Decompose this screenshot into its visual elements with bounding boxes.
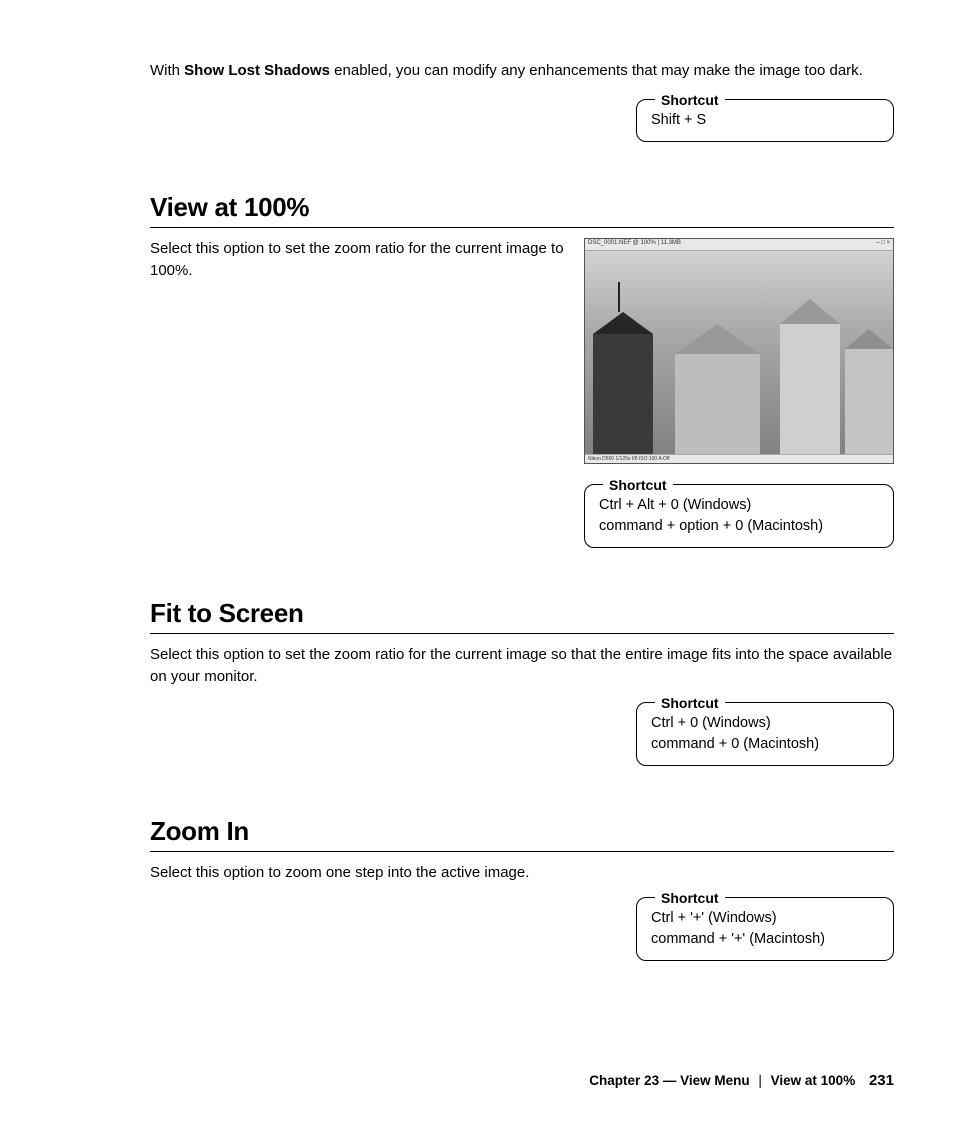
shortcut-legend: Shortcut bbox=[603, 475, 673, 495]
image-window-controls: – □ × bbox=[876, 240, 890, 249]
intro-suffix: enabled, you can modify any enhancements… bbox=[330, 62, 863, 79]
section-view-100: Select this option to set the zoom ratio… bbox=[150, 238, 894, 548]
shortcut-legend: Shortcut bbox=[655, 888, 725, 908]
intro-paragraph: With Show Lost Shadows enabled, you can … bbox=[150, 60, 894, 81]
shortcut-box-fit-to-screen: Shortcut Ctrl + 0 (Windows) command + 0 … bbox=[636, 702, 894, 766]
shortcut-box-view-100: Shortcut Ctrl + Alt + 0 (Windows) comman… bbox=[584, 484, 894, 548]
rule bbox=[150, 633, 894, 634]
rule bbox=[150, 851, 894, 852]
shortcut-line-1: Ctrl + '+' (Windows) bbox=[651, 908, 879, 929]
shortcut-line-1: Ctrl + Alt + 0 (Windows) bbox=[599, 495, 879, 516]
body-zoom-in: Select this option to zoom one step into… bbox=[150, 862, 894, 884]
image-content bbox=[585, 251, 893, 454]
page-footer: Chapter 23 — View Menu | View at 100% 23… bbox=[589, 1072, 894, 1089]
shortcut-box-show-lost-shadows: Shortcut Shift + S bbox=[636, 99, 894, 142]
shortcut-text: Shift + S bbox=[651, 110, 879, 131]
shortcut-line-2: command + 0 (Macintosh) bbox=[651, 734, 879, 755]
shortcut-legend: Shortcut bbox=[655, 90, 725, 110]
shortcut-legend: Shortcut bbox=[655, 693, 725, 713]
shortcut-box-zoom-in: Shortcut Ctrl + '+' (Windows) command + … bbox=[636, 897, 894, 961]
heading-zoom-in: Zoom In bbox=[150, 816, 894, 847]
body-view-100: Select this option to set the zoom ratio… bbox=[150, 238, 566, 282]
image-statusbar: Nikon D500 1/125s f/8 ISO:100 A:Off bbox=[585, 454, 893, 463]
example-image-window: DSC_0001.NEF @ 100% | 11.3MB – □ × Nikon… bbox=[584, 238, 894, 464]
intro-bold: Show Lost Shadows bbox=[184, 62, 330, 79]
page-content: With Show Lost Shadows enabled, you can … bbox=[0, 0, 954, 961]
footer-page-number: 231 bbox=[859, 1072, 894, 1089]
body-fit-to-screen: Select this option to set the zoom ratio… bbox=[150, 644, 894, 688]
image-titlebar: DSC_0001.NEF @ 100% | 11.3MB – □ × bbox=[585, 239, 893, 251]
heading-fit-to-screen: Fit to Screen bbox=[150, 598, 894, 629]
footer-chapter: Chapter 23 — View Menu bbox=[589, 1073, 749, 1088]
image-title: DSC_0001.NEF @ 100% | 11.3MB bbox=[588, 240, 681, 249]
shortcut-line-2: command + option + 0 (Macintosh) bbox=[599, 516, 879, 537]
heading-view-100: View at 100% bbox=[150, 192, 894, 223]
footer-topic: View at 100% bbox=[771, 1073, 856, 1088]
shortcut-line-1: Ctrl + 0 (Windows) bbox=[651, 713, 879, 734]
intro-prefix: With bbox=[150, 62, 184, 79]
rule bbox=[150, 227, 894, 228]
shortcut-line-2: command + '+' (Macintosh) bbox=[651, 929, 879, 950]
footer-separator: | bbox=[753, 1073, 767, 1088]
